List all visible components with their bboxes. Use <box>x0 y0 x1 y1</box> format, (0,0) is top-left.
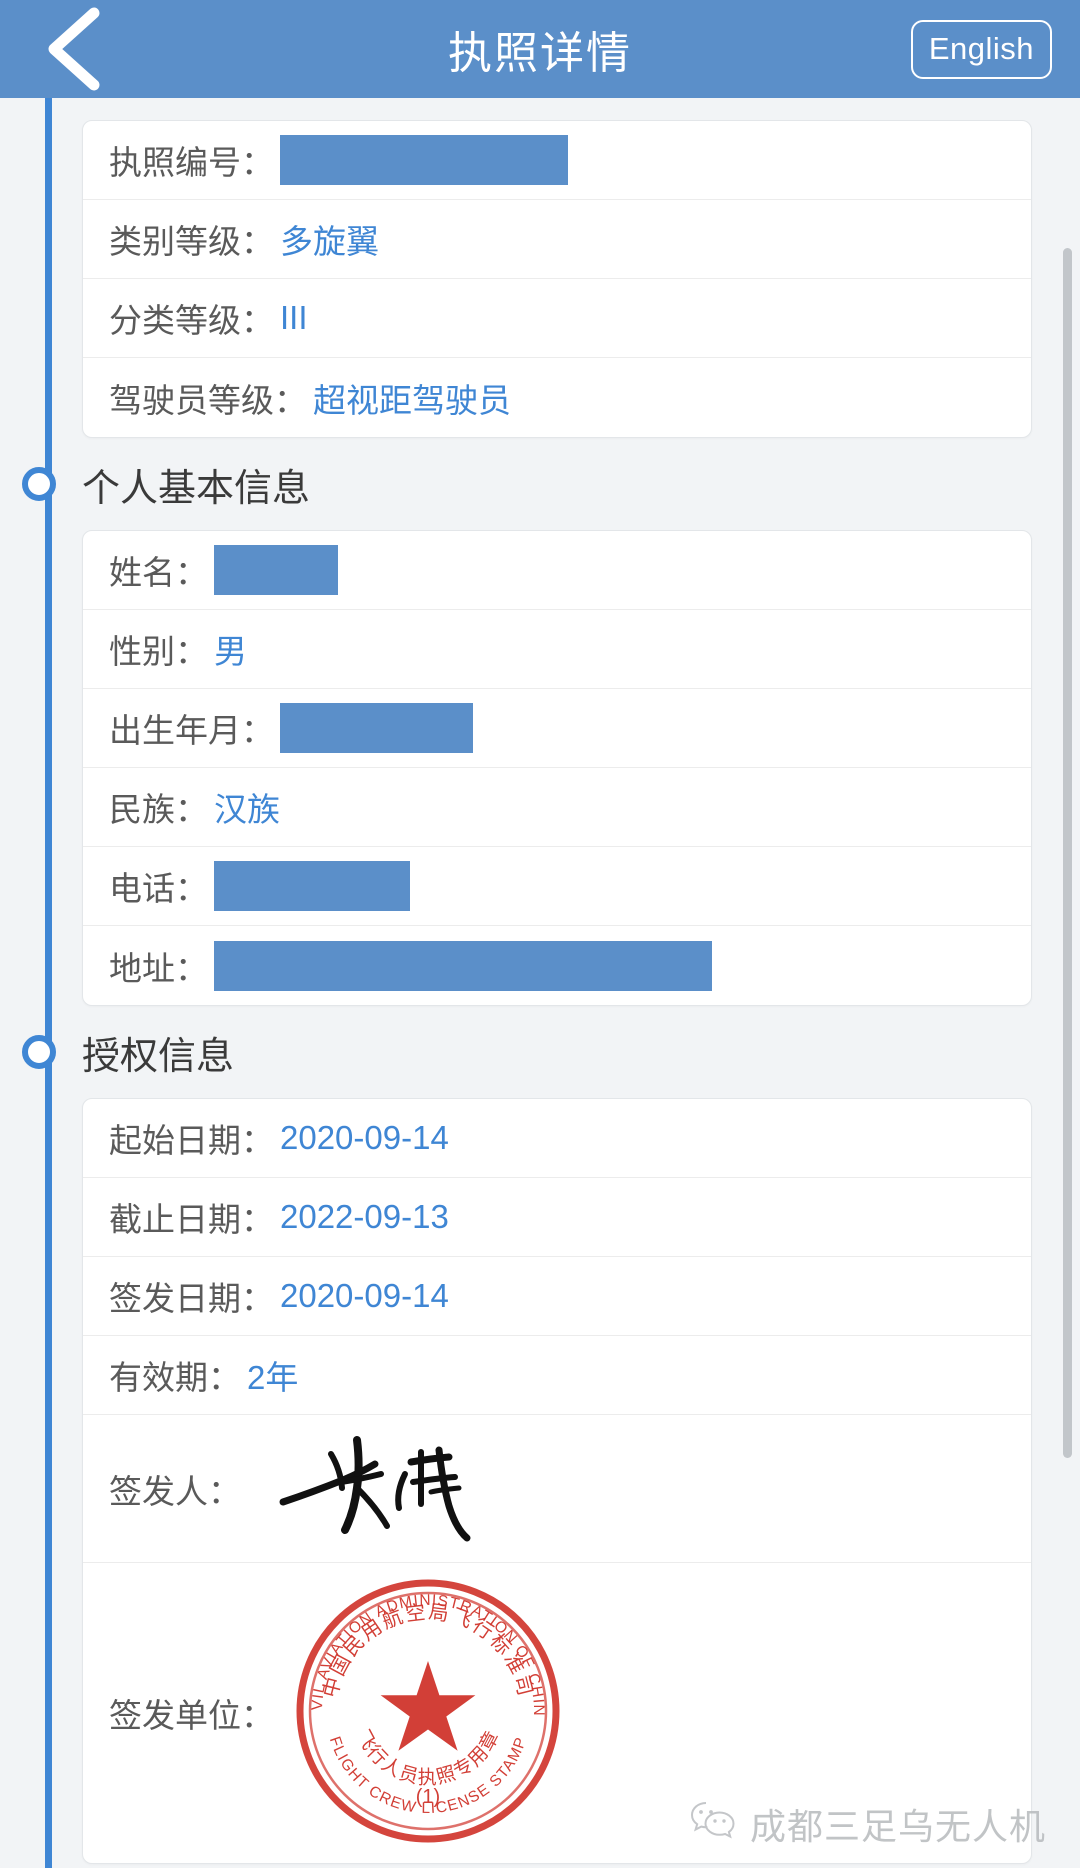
row-label: 地址： <box>109 949 208 987</box>
row-label: 电话： <box>109 870 208 907</box>
row-label: 姓名： <box>109 554 208 591</box>
spacer-top <box>82 98 1032 120</box>
row-label: 执照编号： <box>109 144 274 181</box>
app-header: 执照详情 English <box>0 0 1080 98</box>
table-row: 出生年月： <box>83 689 1031 768</box>
svg-text:飞行人员执照专用章: 飞行人员执照专用章 <box>352 1726 505 1788</box>
table-row: 分类等级： III <box>83 279 1031 358</box>
redacted-value <box>214 861 410 911</box>
scrollbar-thumb[interactable] <box>1063 248 1072 1458</box>
row-value: 男 <box>214 633 247 670</box>
row-label: 签发人： <box>109 1472 241 1510</box>
table-row: 截止日期： 2022-09-13 <box>83 1178 1031 1257</box>
redacted-value <box>214 545 338 595</box>
watermark-text: 成都三足乌无人机 <box>749 1806 1046 1847</box>
table-row: 有效期： 2年 <box>83 1336 1031 1415</box>
row-label: 有效期： <box>109 1359 241 1396</box>
language-toggle-button[interactable]: English <box>910 19 1052 79</box>
row-label: 签发日期： <box>109 1280 274 1317</box>
table-row: 类别等级： 多旋翼 <box>83 200 1031 279</box>
table-row-signer: 签发人： <box>83 1415 1031 1563</box>
personal-info-card: 姓名： 性别： 男 出生年月： 民族： 汉族 电话： 地址： <box>82 530 1032 1006</box>
row-label: 性别： <box>109 633 208 670</box>
row-value: 超视距驾驶员 <box>313 381 511 419</box>
section-header-authorization: 授权信息 <box>22 1006 1032 1098</box>
row-label: 驾驶员等级： <box>109 381 307 419</box>
page-content: 执照编号： 类别等级： 多旋翼 分类等级： III 驾驶员等级： 超视距驾驶员 … <box>0 98 1080 1868</box>
row-label: 签发单位： <box>109 1697 274 1734</box>
row-label: 出生年月： <box>109 712 274 749</box>
redacted-value <box>280 703 473 753</box>
section-title: 授权信息 <box>82 1035 235 1078</box>
row-label: 截止日期： <box>109 1201 274 1238</box>
table-row: 性别： 男 <box>83 610 1031 689</box>
row-label: 类别等级： <box>109 223 274 260</box>
redacted-value <box>214 940 712 991</box>
row-value: 2020-09-14 <box>280 1277 449 1314</box>
license-info-card: 执照编号： 类别等级： 多旋翼 分类等级： III 驾驶员等级： 超视距驾驶员 <box>82 120 1032 438</box>
table-row: 姓名： <box>83 531 1031 610</box>
table-row: 电话： <box>83 847 1031 926</box>
row-label: 起始日期： <box>109 1122 274 1159</box>
row-value: 多旋翼 <box>280 223 379 260</box>
chevron-left-icon <box>42 7 104 91</box>
table-row: 起始日期： 2020-09-14 <box>83 1099 1031 1178</box>
timeline-circle-icon <box>22 1035 56 1069</box>
row-value: 汉族 <box>214 791 280 828</box>
row-value: 2020-09-14 <box>280 1119 449 1156</box>
section-title: 个人基本信息 <box>82 467 311 510</box>
row-value: 2年 <box>247 1359 299 1396</box>
row-label: 分类等级： <box>109 302 274 339</box>
table-row: 地址： <box>83 926 1031 1005</box>
section-header-personal: 个人基本信息 <box>22 438 1032 530</box>
timeline-circle-icon <box>22 467 56 501</box>
table-row: 签发日期： 2020-09-14 <box>83 1257 1031 1336</box>
watermark: 成都三足乌无人机 <box>690 1798 1046 1850</box>
row-label: 民族： <box>109 791 208 828</box>
row-value: 2022-09-13 <box>280 1198 449 1235</box>
redacted-value <box>280 135 568 185</box>
table-row: 执照编号： <box>83 121 1031 200</box>
back-button[interactable] <box>28 4 118 94</box>
handwritten-signature-icon <box>271 1430 486 1547</box>
row-value: III <box>280 299 308 336</box>
authorization-info-card: 起始日期： 2020-09-14 截止日期： 2022-09-13 签发日期： … <box>82 1098 1032 1864</box>
scroll-area[interactable]: 执照编号： 类别等级： 多旋翼 分类等级： III 驾驶员等级： 超视距驾驶员 … <box>0 98 1080 1864</box>
wechat-icon <box>690 1800 736 1849</box>
table-row: 驾驶员等级： 超视距驾驶员 <box>83 358 1031 437</box>
official-red-seal-icon: CIVIL AVIATION ADMINISTRATION OF CHINA 中… <box>286 1562 564 1852</box>
table-row: 民族： 汉族 <box>83 768 1031 847</box>
